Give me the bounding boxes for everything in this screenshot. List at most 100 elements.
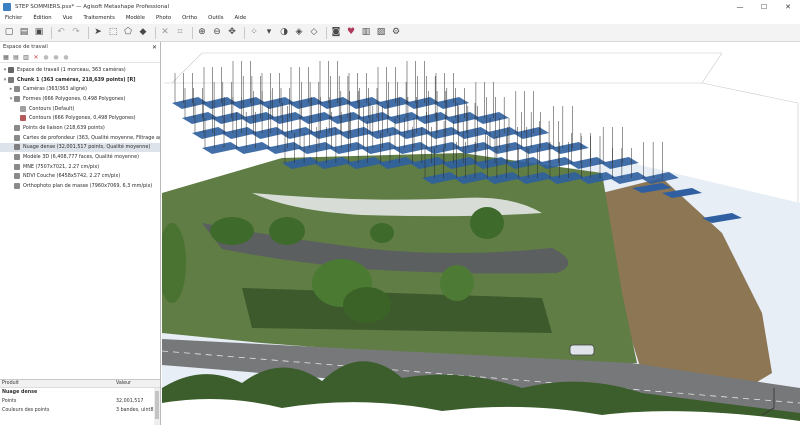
undo-icon[interactable]: ↶ xyxy=(55,27,67,39)
crop-icon[interactable]: ⌗ xyxy=(174,27,186,39)
zoom-out-icon[interactable]: ⊖ xyxy=(211,27,223,39)
menu-fichier[interactable]: Fichier xyxy=(5,15,22,21)
settings-icon[interactable]: ⚙ xyxy=(390,27,402,39)
workspace-tree-item[interactable]: Contours (Default) xyxy=(0,104,160,114)
tree-item-icon xyxy=(20,105,26,112)
add-chunk-icon[interactable]: ▦ xyxy=(2,53,10,61)
shading-icon[interactable]: ◑ xyxy=(278,27,290,39)
redo-icon[interactable]: ↷ xyxy=(70,27,82,39)
car xyxy=(569,344,595,356)
enable-icon[interactable]: ● xyxy=(42,53,50,61)
toolbar-separator xyxy=(244,26,245,39)
property-name: Points xyxy=(2,399,17,404)
zoom-in-icon[interactable]: ⊕ xyxy=(196,27,208,39)
maximize-button[interactable]: ☐ xyxy=(752,0,776,13)
workspace-toolbar: ▦ ▤ ▥ ✕ ● ● ● xyxy=(0,52,160,63)
tree-item-label: NDVI Couche (6458x5742, 2.27 cm/pix) xyxy=(23,173,121,180)
add-folder-icon[interactable]: ▥ xyxy=(22,53,30,61)
remove-icon[interactable]: ✕ xyxy=(32,53,40,61)
workspace-close-icon[interactable]: ✕ xyxy=(152,44,157,51)
property-row: Couleurs des points 3 bandes, uint8 xyxy=(0,406,160,415)
filter-icon[interactable]: ● xyxy=(62,53,70,61)
marker-icon[interactable]: ♥ xyxy=(345,27,357,39)
menu-photo[interactable]: Photo xyxy=(156,15,171,21)
tree-item-icon xyxy=(14,124,20,131)
title-bar: STEP SOMMIERS.psx* — Agisoft Metashape P… xyxy=(0,0,800,13)
workspace-tree-item[interactable]: NDVI Couche (6458x5742, 2.27 cm/pix) xyxy=(0,172,160,182)
close-button[interactable]: ✕ xyxy=(776,0,800,13)
select-icon[interactable]: ⬚ xyxy=(107,27,119,39)
menu-vue[interactable]: Vue xyxy=(63,15,73,21)
measure-icon[interactable]: ◆ xyxy=(137,27,149,39)
menu-traitements[interactable]: Traitements xyxy=(84,15,115,21)
add-photos-icon[interactable]: ▤ xyxy=(12,53,20,61)
main-toolbar: ▢ ▤ ▣ ↶ ↷ ➤ ⬚ ⬠ ◆ ✕ ⌗ ⊕ ⊖ ✥ ⁘ ▾ ◑ ◈ ◇ ◙ … xyxy=(0,24,800,42)
toolbar-separator xyxy=(155,26,156,39)
tree-item-icon xyxy=(14,183,20,190)
property-column-header: Produit xyxy=(2,381,19,386)
workspace-tree: ▾ Espace de travail (1 morceau, 363 camér… xyxy=(0,63,160,191)
point-cloud-scene[interactable] xyxy=(162,43,800,425)
menu-ortho[interactable]: Ortho xyxy=(182,15,197,21)
shape-polygon[interactable] xyxy=(472,112,510,124)
open-icon[interactable]: ▤ xyxy=(18,27,30,39)
menu-modele[interactable]: Modèle xyxy=(126,15,145,21)
tree-item-label: MNE (7507x7021, 2.27 cm/pix) xyxy=(23,163,100,170)
camera-icon[interactable]: ◙ xyxy=(330,27,342,39)
tree-item-icon xyxy=(14,154,20,161)
properties-scrollbar[interactable] xyxy=(154,388,160,425)
menu-outils[interactable]: Outils xyxy=(208,15,223,21)
shape-polygon[interactable] xyxy=(433,97,470,109)
scrollbar-thumb[interactable] xyxy=(155,391,159,419)
workspace-tree-item[interactable]: Points de liaison (218,639 points) xyxy=(0,123,160,133)
ortho-icon[interactable]: ▨ xyxy=(375,27,387,39)
menu-edition[interactable]: Édition xyxy=(33,15,51,21)
workspace-tree-item[interactable]: Contours (666 Polygones, 0,498 Polygones… xyxy=(0,113,160,123)
workspace-panel: Espace de travail ✕ ▦ ▤ ▥ ✕ ● ● ● ▾ Espac… xyxy=(0,42,161,425)
menu-aide[interactable]: Aide xyxy=(234,15,246,21)
workspace-tree-item[interactable]: Nuage dense (32,001,517 points, Qualité … xyxy=(0,142,160,153)
tree-item-icon xyxy=(8,76,14,83)
workspace-tree-item[interactable]: Orthophoto plan de masse (7960x7069, 6,3… xyxy=(0,181,160,191)
workspace-tree-item[interactable]: ▾ Chunk 1 (363 caméras, 218,639 points) [… xyxy=(0,75,160,85)
property-name: Couleurs des points xyxy=(2,408,50,413)
property-value: 3 bandes, uint8 xyxy=(116,408,154,413)
tree-item-label: Espace de travail (1 morceau, 363 caméra… xyxy=(17,66,126,73)
toolbar-separator xyxy=(192,26,193,39)
workspace-tree-item[interactable]: Cartes de profondeur (363, Qualité moyen… xyxy=(0,133,160,143)
save-icon[interactable]: ▣ xyxy=(33,27,45,39)
model-viewport[interactable] xyxy=(162,43,800,425)
tree-item-icon xyxy=(14,134,20,141)
move-icon[interactable]: ✥ xyxy=(226,27,238,39)
points-icon[interactable]: ⁘ xyxy=(248,27,260,39)
property-row: Points 32,001,517 xyxy=(0,397,160,406)
workspace-tree-item[interactable]: MNE (7507x7021, 2.27 cm/pix) xyxy=(0,162,160,172)
dense-cloud-icon[interactable]: ▾ xyxy=(263,27,275,39)
polygon-icon[interactable]: ⬠ xyxy=(122,27,134,39)
minimize-button[interactable]: — xyxy=(728,0,752,13)
tree-item-icon xyxy=(14,163,20,170)
mesh-icon[interactable]: ◈ xyxy=(293,27,305,39)
workspace-tree-item[interactable]: ▾ Espace de travail (1 morceau, 363 camér… xyxy=(0,65,160,75)
properties-header: Produit Valeur xyxy=(0,380,160,388)
tree-item-label: Caméras (363/363 aligné) xyxy=(23,86,87,93)
workspace-tree-item[interactable]: ▸ Caméras (363/363 aligné) xyxy=(0,84,160,94)
toolbar-separator xyxy=(88,26,89,39)
new-icon[interactable]: ▢ xyxy=(3,27,15,39)
tree-item-label: Points de liaison (218,639 points) xyxy=(23,124,105,131)
tree-item-label: Modèle 3D (6,408,777 faces, Qualité moye… xyxy=(23,154,140,161)
tree-item-icon xyxy=(14,173,20,180)
toolbar-separator xyxy=(51,26,52,39)
app-logo-icon xyxy=(3,2,11,11)
workspace-tree-item[interactable]: Modèle 3D (6,408,777 faces, Qualité moye… xyxy=(0,152,160,162)
navigation-icon[interactable]: ➤ xyxy=(92,27,104,39)
disable-icon[interactable]: ● xyxy=(52,53,60,61)
delete-icon[interactable]: ✕ xyxy=(159,27,171,39)
texture-icon[interactable]: ◇ xyxy=(308,27,320,39)
shape-polygon[interactable] xyxy=(550,142,589,154)
workspace-tree-item[interactable]: ▾ Formes (666 Polygones, 0,498 Polygones) xyxy=(0,94,160,104)
tree-item-icon xyxy=(14,86,20,93)
workspace-header: Espace de travail ✕ xyxy=(0,42,160,52)
region-icon[interactable]: ▥ xyxy=(360,27,372,39)
tree-item-icon xyxy=(14,95,20,102)
